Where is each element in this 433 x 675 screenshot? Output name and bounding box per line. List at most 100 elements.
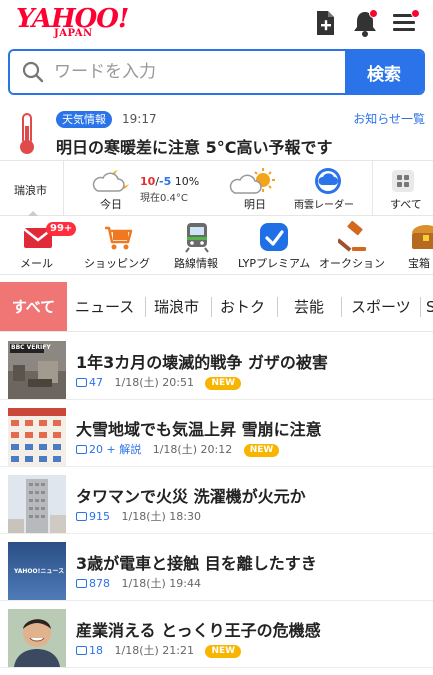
news-title: 1年3カ月の壊滅的戦争 ガザの被害 [76,353,328,372]
new-badge: NEW [205,377,242,390]
menu-notification-dot [411,9,420,18]
cart-icon [105,226,133,250]
weather-all-button[interactable]: すべて [372,161,433,216]
thermometer-icon [20,113,34,154]
news-date: 1/18(土) 20:12 [152,443,233,456]
search-icon [22,61,44,83]
comment-count-value: 878 [89,577,110,590]
news-date: 1/18(土) 21:21 [114,644,194,657]
tab-divider [420,297,421,317]
rain-radar-icon[interactable] [314,167,342,195]
news-thumbnail: BBC VERIFY [8,341,66,399]
weather-info-badge: 天気情報 [56,111,112,128]
news-item[interactable]: BBC VERIFY 1年3カ月の壊滅的戦争 ガザの被害 47 1/18(土) … [0,333,433,400]
service-label: メール [20,257,53,270]
tab-more[interactable]: S [426,282,433,331]
comment-count-value: 18 [89,644,103,657]
tab-all[interactable]: すべて [0,282,67,331]
caret-up-icon [28,211,38,216]
service-lyp-premium[interactable]: LYPプレミアム [232,217,316,274]
cloudy-night-icon[interactable] [88,167,134,195]
tab-divider [211,297,212,317]
service-treasure[interactable]: 宝箱 [396,217,433,274]
news-title: 3歳が電車と接触 目を離したすき [76,554,317,573]
comment-count-value: 20 + 解説 [89,443,142,456]
header: YAHOO! JAPAN [0,0,433,45]
bell-notification-dot [369,9,378,18]
news-thumbnail [8,475,66,533]
comment-icon [76,512,87,521]
thumbnail-caption: YAHOO!ニュース [14,568,65,575]
news-date: 1/18(土) 18:30 [121,510,201,523]
bell-icon[interactable] [350,8,380,38]
comment-icon [76,579,87,588]
weather-all-label: すべて [390,198,422,211]
tab-divider [277,297,278,317]
city-selector[interactable]: 瑞浪市 [0,161,64,216]
news-title: 産業消える とっくり王子の危機感 [76,621,321,640]
service-auction[interactable]: オークション [318,217,388,274]
new-badge: NEW [205,645,242,658]
news-item[interactable]: 産業消える とっくり王子の危機感 18 1/18(土) 21:21 NEW [0,601,433,668]
notifications-list-link[interactable]: お知らせ一覧 [353,110,425,127]
tab-sports[interactable]: スポーツ [351,282,411,331]
tab-deals[interactable]: おトク [220,282,265,331]
tab-news[interactable]: ニュース [75,282,134,331]
news-meta: 20 + 解説 1/18(土) 20:12 NEW [76,441,280,457]
today-low: -5 [159,175,172,188]
news-thumbnail [8,408,66,466]
comment-count[interactable]: 915 [76,510,110,523]
news-item[interactable]: YAHOO!ニュース 3歳が電車と接触 目を離したすき 878 1/18(土) … [0,534,433,601]
weather-info-time: 19:17 [122,112,157,126]
tab-local[interactable]: 瑞浪市 [154,282,199,331]
train-icon [185,223,209,253]
premium-icon [260,223,288,251]
news-date: 1/18(土) 19:44 [121,577,201,590]
tab-entertainment[interactable]: 芸能 [294,282,324,331]
yahoo-japan-logo[interactable]: YAHOO! JAPAN [16,6,134,40]
cloudy-sunny-icon[interactable] [229,167,277,195]
news-item[interactable]: 大雪地域でも気温上昇 雪崩に注意 20 + 解説 1/18(土) 20:12 N… [0,400,433,467]
news-meta: 915 1/18(土) 18:30 [76,508,201,524]
today-precip: 10% [174,175,200,188]
news-meta: 47 1/18(土) 20:51 NEW [76,374,242,390]
note-add-icon[interactable] [310,8,340,38]
service-label: ショッピング [84,257,150,270]
rain-radar-label[interactable]: 雨雲レーダー [294,196,354,211]
thumbnail-caption: BBC VERIFY [11,344,51,351]
tomorrow-label: 明日 [244,198,266,211]
comment-count[interactable]: 18 [76,644,103,657]
service-mail[interactable]: 99+ メール [0,217,77,274]
search-input[interactable] [10,51,347,93]
service-label: LYPプレミアム [238,257,311,270]
today-high: 10 [140,175,156,188]
service-transit[interactable]: 路線情報 [166,217,230,274]
news-title: 大雪地域でも気温上昇 雪崩に注意 [76,420,322,439]
news-meta: 878 1/18(土) 19:44 [76,575,201,591]
treasure-icon [412,225,433,249]
service-shopping[interactable]: ショッピング [76,217,162,274]
weather-alert[interactable]: 天気情報 19:17 お知らせ一覧 明日の寒暖差に注意 5°C高い予報です [0,104,433,160]
menu-icon[interactable] [390,8,420,38]
new-badge: NEW [243,444,280,457]
today-label: 今日 [100,198,122,211]
comment-count[interactable]: 878 [76,577,110,590]
tab-divider [145,297,146,317]
comment-count[interactable]: 20 + 解説 [76,443,141,456]
city-name: 瑞浪市 [14,184,47,197]
comment-icon [76,378,87,387]
category-tabs: すべて ニュース 瑞浪市 おトク 芸能 スポーツ S [0,282,433,332]
service-label: 宝箱 [408,257,430,270]
news-thumbnail [8,609,66,667]
comment-count[interactable]: 47 [76,376,103,389]
service-shortcuts: 99+ メール ショッピング 路線情報 LYPプレミアム オークション 宝箱 [0,217,433,275]
news-item[interactable]: タワマンで火災 洗濯機が火元か 915 1/18(土) 18:30 [0,467,433,534]
news-title: タワマンで火災 洗濯機が火元か [76,487,306,506]
service-label: オークション [319,257,385,270]
weather-info-title[interactable]: 明日の寒暖差に注意 5°C高い予報です [56,134,332,158]
mail-unread-badge: 99+ [46,222,77,236]
tab-divider [341,297,342,317]
search-button[interactable]: 検索 [345,51,423,93]
news-thumbnail: YAHOO!ニュース [8,542,66,600]
comment-count-value: 47 [89,376,103,389]
